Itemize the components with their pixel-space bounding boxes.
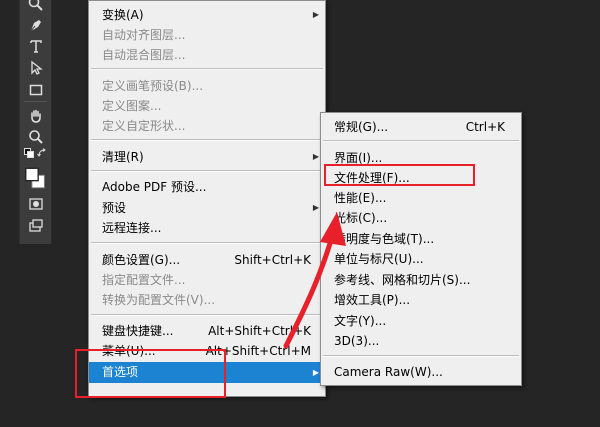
annotation-arrow (283, 212, 346, 349)
